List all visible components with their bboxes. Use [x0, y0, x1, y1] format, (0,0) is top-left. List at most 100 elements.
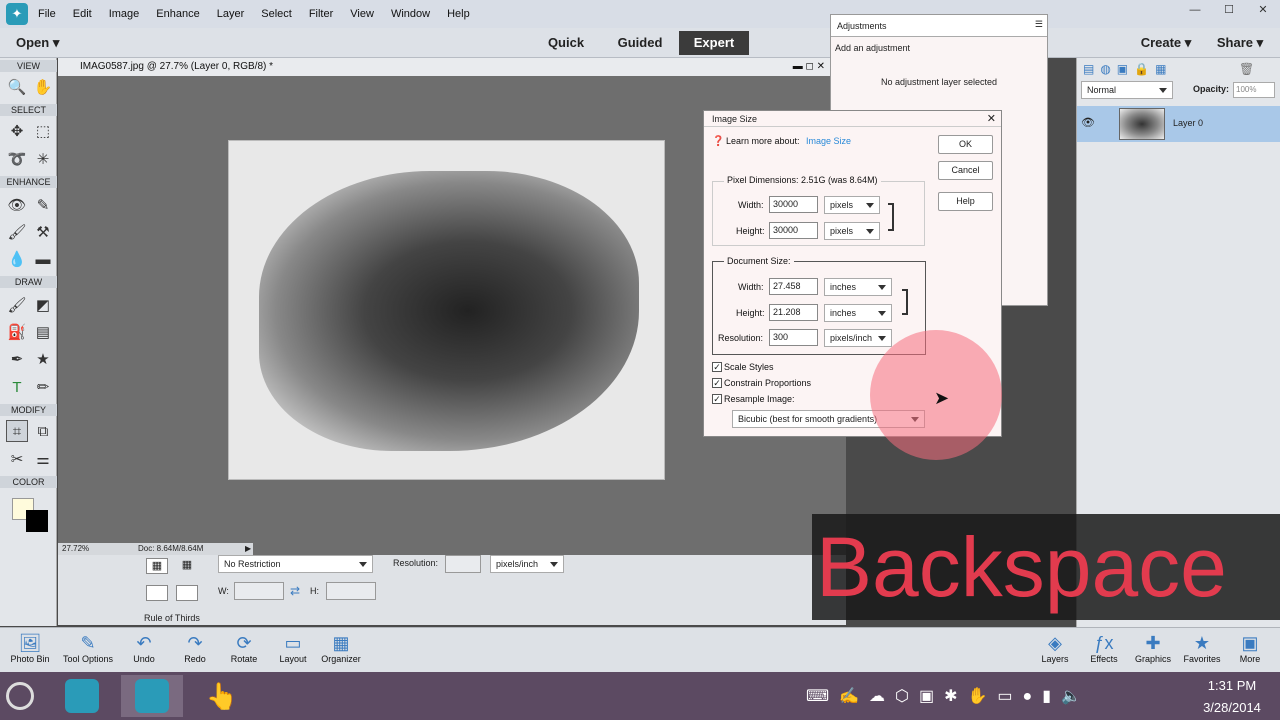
keystroke-overlay: Backspace	[812, 514, 1280, 620]
doc-width-input[interactable]: 27.458	[769, 278, 818, 295]
learn-more-link[interactable]: Image Size	[806, 136, 851, 146]
blend-mode-select[interactable]: Normal	[1081, 81, 1173, 99]
tool-options-button[interactable]: ✎ Tool Options	[58, 632, 118, 664]
crop-tool-icon[interactable]: ⌗	[6, 420, 28, 442]
crop-width-input[interactable]	[234, 582, 284, 600]
more-button[interactable]: ▣ More	[1220, 632, 1280, 664]
swap-dimensions-icon[interactable]: ⇄	[290, 584, 300, 598]
doc-height-unit-select[interactable]: inches	[824, 304, 892, 322]
elements-app-icon	[65, 679, 99, 713]
ok-button[interactable]: OK	[938, 135, 993, 154]
tab-quick[interactable]: Quick	[540, 31, 592, 55]
grid-thirds-icon[interactable]: ▦	[176, 558, 198, 574]
organizer-button[interactable]: ▦ Organizer	[311, 632, 371, 664]
grid-none-icon[interactable]: ▦	[146, 558, 168, 574]
status-menu-arrow-icon[interactable]: ▶	[245, 543, 251, 555]
adjustments-tab[interactable]: Adjustments	[837, 21, 887, 31]
type-tool-icon[interactable]: T	[6, 376, 28, 398]
tab-guided[interactable]: Guided	[612, 31, 668, 55]
grid-golden-icon[interactable]	[146, 585, 168, 601]
visibility-eye-icon[interactable]: 👁	[1081, 116, 1095, 129]
scale-styles-checkbox[interactable]: ✓	[712, 362, 722, 372]
menu-enhance[interactable]: Enhance	[156, 8, 199, 20]
recompose-tool-icon[interactable]: ⧉	[32, 420, 54, 442]
custom-shape-icon[interactable]: ★	[32, 348, 54, 370]
tab-expert[interactable]: Expert	[679, 31, 749, 55]
content-move-icon[interactable]: ✂	[6, 448, 28, 470]
sponge-tool-icon[interactable]: ▬	[32, 248, 54, 270]
menu-select[interactable]: Select	[261, 8, 292, 20]
tool-options-icon: ✎	[80, 633, 96, 653]
menu-view[interactable]: View	[350, 8, 374, 20]
zoom-tool-icon[interactable]: 🔍	[6, 76, 28, 98]
layer-row[interactable]: 👁 Layer 0	[1077, 106, 1280, 142]
taskbar-touch-icon[interactable]: 👆	[194, 675, 250, 717]
red-eye-tool-icon[interactable]: 👁	[6, 194, 28, 216]
paint-bucket-icon[interactable]: ⛽	[6, 321, 28, 343]
constrain-checkbox[interactable]: ✓	[712, 378, 722, 388]
app-logo-icon[interactable]: ✦	[6, 3, 28, 25]
crop-resolution-unit-select[interactable]: pixels/inch	[490, 555, 564, 573]
open-button[interactable]: Open ▾	[10, 31, 70, 55]
doc-height-input[interactable]: 21.208	[769, 304, 818, 321]
blur-tool-icon[interactable]: 💧	[6, 248, 28, 270]
menu-image[interactable]: Image	[109, 8, 140, 20]
hand-tool-icon[interactable]: ✋	[32, 76, 54, 98]
section-color: COLOR	[0, 476, 57, 488]
share-button[interactable]: Share ▾	[1210, 31, 1270, 55]
doc-width-unit-select[interactable]: inches	[824, 278, 892, 296]
brush-tool-icon[interactable]: 🖌	[6, 294, 28, 316]
maximize-icon[interactable]: ☐	[1212, 0, 1246, 28]
spot-healing-icon[interactable]: ✎	[32, 194, 54, 216]
menu-filter[interactable]: Filter	[309, 8, 333, 20]
background-color-swatch[interactable]	[26, 510, 48, 532]
doc-window-controls-icon[interactable]: ▬ ◻ ✕	[793, 58, 825, 76]
move-tool-icon[interactable]: ✥	[6, 120, 28, 142]
close-icon[interactable]: ✕	[1246, 0, 1280, 28]
menu-file[interactable]: File	[38, 8, 56, 20]
px-width-unit-select[interactable]: pixels	[824, 196, 880, 214]
taskbar-app-2[interactable]	[121, 675, 183, 717]
grid-off-icon[interactable]	[176, 585, 198, 601]
menu-window[interactable]: Window	[391, 8, 430, 20]
resolution-input[interactable]: 300	[769, 329, 818, 346]
pencil-tool-icon[interactable]: ✏	[32, 376, 54, 398]
gradient-tool-icon[interactable]: ▤	[32, 321, 54, 343]
crop-height-input[interactable]	[326, 582, 376, 600]
clone-stamp-icon[interactable]: ⚒	[32, 221, 54, 243]
system-tray-icons[interactable]: ⌨✍☁⬡▣✱✋▭●▮🔈	[806, 686, 1091, 706]
cancel-button[interactable]: Cancel	[938, 161, 993, 180]
straighten-tool-icon[interactable]: ⚌	[32, 448, 54, 470]
menu-help[interactable]: Help	[447, 8, 470, 20]
crop-preset-select[interactable]: No Restriction	[218, 555, 373, 573]
taskbar-app-1[interactable]	[54, 675, 110, 717]
menu-layer[interactable]: Layer	[217, 8, 245, 20]
px-width-input[interactable]: 30000	[769, 196, 818, 213]
dialog-close-icon[interactable]: ✕	[987, 112, 996, 125]
eyedropper-icon[interactable]: ✒	[6, 348, 28, 370]
photo-image[interactable]	[228, 140, 665, 480]
crop-resolution-input[interactable]	[445, 555, 481, 573]
panel-menu-icon[interactable]: ☰	[1035, 19, 1043, 30]
lasso-tool-icon[interactable]: ➰	[6, 148, 28, 170]
create-button[interactable]: Create ▾	[1136, 31, 1196, 55]
help-button[interactable]: Help	[938, 192, 993, 211]
minimize-icon[interactable]: —	[1178, 0, 1212, 28]
opacity-input[interactable]: 100%	[1233, 82, 1275, 98]
layer-tools-icon[interactable]: ▤◍▣🔒▦	[1083, 62, 1172, 76]
resample-checkbox[interactable]: ✓	[712, 394, 722, 404]
start-button-icon[interactable]	[6, 682, 34, 710]
px-height-input[interactable]: 30000	[769, 222, 818, 239]
document-tab[interactable]: IMAG0587.jpg @ 27.7% (Layer 0, RGB/8) * …	[58, 58, 833, 76]
eraser-tool-icon[interactable]: ◩	[32, 294, 54, 316]
smart-brush-icon[interactable]: 🖌	[6, 221, 28, 243]
magic-wand-icon[interactable]: ✳	[32, 148, 54, 170]
px-height-unit-select[interactable]: pixels	[824, 222, 880, 240]
menu-edit[interactable]: Edit	[73, 8, 92, 20]
marquee-tool-icon[interactable]: ⬚	[32, 120, 54, 142]
photo-bin-button[interactable]: 🖼 Photo Bin	[0, 632, 60, 664]
resolution-label: Resolution:	[393, 558, 439, 568]
resolution-unit-select[interactable]: pixels/inch	[824, 329, 892, 347]
delete-layer-icon[interactable]: 🗑	[1239, 62, 1254, 76]
zoom-readout: 27.72%	[62, 544, 90, 553]
